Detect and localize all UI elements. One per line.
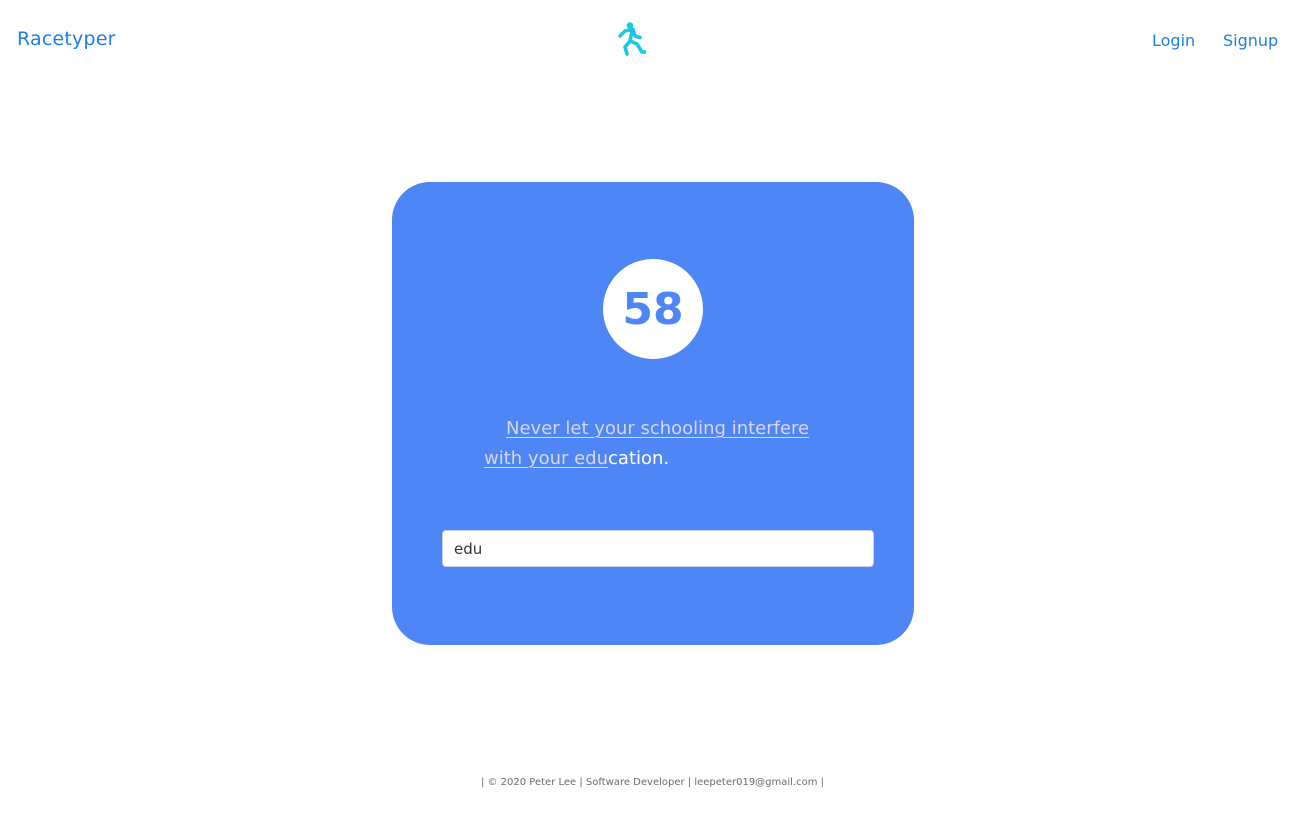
- login-link[interactable]: Login: [1152, 31, 1195, 50]
- quote-text: Never let your schooling interfere with …: [484, 414, 824, 474]
- countdown-timer: 58: [603, 259, 703, 359]
- race-card: 58 Never let your schooling interfere wi…: [392, 182, 914, 645]
- signup-link[interactable]: Signup: [1223, 31, 1278, 50]
- brand-link[interactable]: Racetyper: [17, 28, 116, 50]
- typing-input[interactable]: [442, 530, 874, 567]
- footer-text: | © 2020 Peter Lee | Software Developer …: [480, 777, 825, 788]
- top-navbar: Racetyper Login Signup: [0, 0, 1305, 80]
- quote-remaining-portion: cation.: [608, 448, 670, 469]
- running-person-icon: [616, 22, 647, 56]
